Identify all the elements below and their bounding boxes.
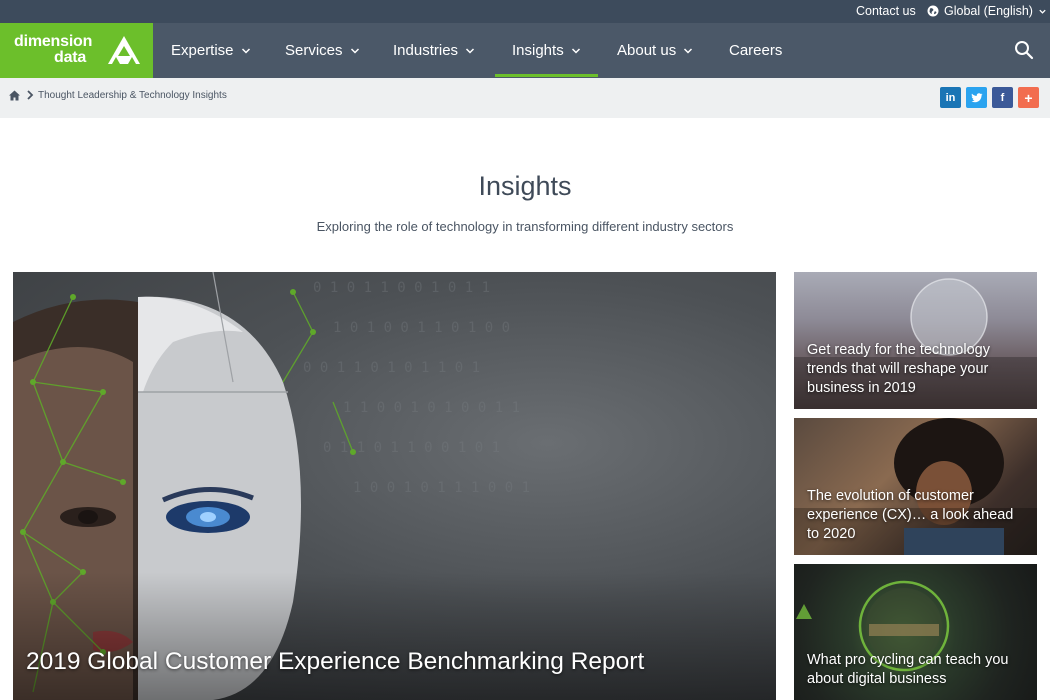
linkedin-icon: in — [945, 91, 956, 104]
insight-card[interactable]: Get ready for the technology trends that… — [794, 272, 1037, 409]
facebook-icon: f — [1000, 91, 1005, 104]
nav-label: Expertise — [171, 42, 234, 59]
twitter-icon — [971, 92, 982, 102]
chevron-down-icon — [241, 47, 250, 54]
search-icon[interactable] — [1014, 40, 1034, 60]
logo-triangle-icon — [108, 36, 140, 64]
nav-expertise[interactable]: Expertise — [171, 23, 251, 78]
svg-text:1 0 1 0 0 1 1 0 1 0 0: 1 0 1 0 0 1 1 0 1 0 0 — [333, 320, 510, 336]
language-label: Global (English) — [944, 4, 1033, 18]
logo-line-2: data — [54, 49, 87, 66]
chevron-down-icon — [684, 47, 693, 54]
nav-label: Insights — [512, 42, 564, 59]
utility-bar: Contact us Global (English) — [0, 0, 1050, 23]
language-selector[interactable]: Global (English) — [927, 4, 1047, 18]
linkedin-share-button[interactable]: in — [940, 87, 961, 108]
logo-wordmark: dimension data — [14, 34, 92, 66]
insight-card[interactable]: What pro cycling can teach you about dig… — [794, 564, 1037, 700]
nav-careers[interactable]: Careers — [729, 23, 782, 78]
more-share-button[interactable]: + — [1018, 87, 1039, 108]
globe-icon — [927, 5, 939, 17]
card-title: Get ready for the technology trends that… — [807, 342, 990, 396]
svg-text:0 1 0 1 1 0 0 1 0 1 1: 0 1 0 1 1 0 0 1 0 1 1 — [313, 280, 490, 296]
contact-us-link[interactable]: Contact us — [856, 4, 916, 18]
main-nav: dimension data Expertise Services Indust… — [0, 23, 1050, 78]
chevron-down-icon — [571, 47, 580, 54]
nav-label: Careers — [729, 42, 783, 59]
plus-icon: + — [1024, 89, 1033, 106]
nav-label: Services — [285, 42, 343, 59]
feature-title: 2019 Global Customer Experience Benchmar… — [26, 648, 645, 675]
chevron-right-icon — [27, 90, 34, 100]
chevron-down-icon — [466, 47, 475, 54]
svg-text:1 1 0 0 1 0 1 0 0 1 1: 1 1 0 0 1 0 1 0 0 1 1 — [343, 400, 520, 416]
dimension-data-logo[interactable]: dimension data — [0, 23, 153, 78]
active-nav-indicator — [495, 74, 598, 77]
breadcrumb: Thought Leadership & Technology Insights… — [0, 78, 1050, 118]
svg-text:0 0 1 1 0 1 0 1 1 0 1: 0 0 1 1 0 1 0 1 1 0 1 — [303, 360, 480, 376]
logo-line-1: dimension — [14, 33, 93, 50]
twitter-share-button[interactable] — [966, 87, 987, 108]
nav-services[interactable]: Services — [285, 23, 360, 78]
page-title: Insights — [478, 171, 572, 201]
facebook-share-button[interactable]: f — [992, 87, 1013, 108]
card-title: The evolution of customer experience (CX… — [807, 488, 1014, 542]
nav-label: About us — [617, 42, 677, 59]
card-title: What pro cycling can teach you about dig… — [807, 652, 1009, 687]
breadcrumb-current[interactable]: Thought Leadership & Technology Insights — [38, 90, 227, 101]
home-icon[interactable] — [9, 90, 20, 101]
nav-industries[interactable]: Industries — [393, 23, 475, 78]
nav-label: Industries — [393, 42, 459, 59]
nav-about-us[interactable]: About us — [617, 23, 693, 78]
page-subtitle: Exploring the role of technology in tran… — [316, 219, 734, 234]
nav-insights[interactable]: Insights — [512, 23, 581, 78]
chevron-down-icon — [350, 47, 359, 54]
feature-card[interactable]: 0 1 0 1 1 0 0 1 0 1 1 1 0 1 0 0 1 1 0 1 … — [13, 272, 776, 700]
insight-card[interactable]: The evolution of customer experience (CX… — [794, 418, 1037, 555]
svg-text:1 0 0 1 0 1 1 1 0 0 1: 1 0 0 1 0 1 1 1 0 0 1 — [353, 480, 530, 496]
feature-image: 0 1 0 1 1 0 0 1 0 1 1 1 0 1 0 0 1 1 0 1 … — [13, 272, 776, 700]
chevron-down-icon — [1039, 9, 1046, 14]
